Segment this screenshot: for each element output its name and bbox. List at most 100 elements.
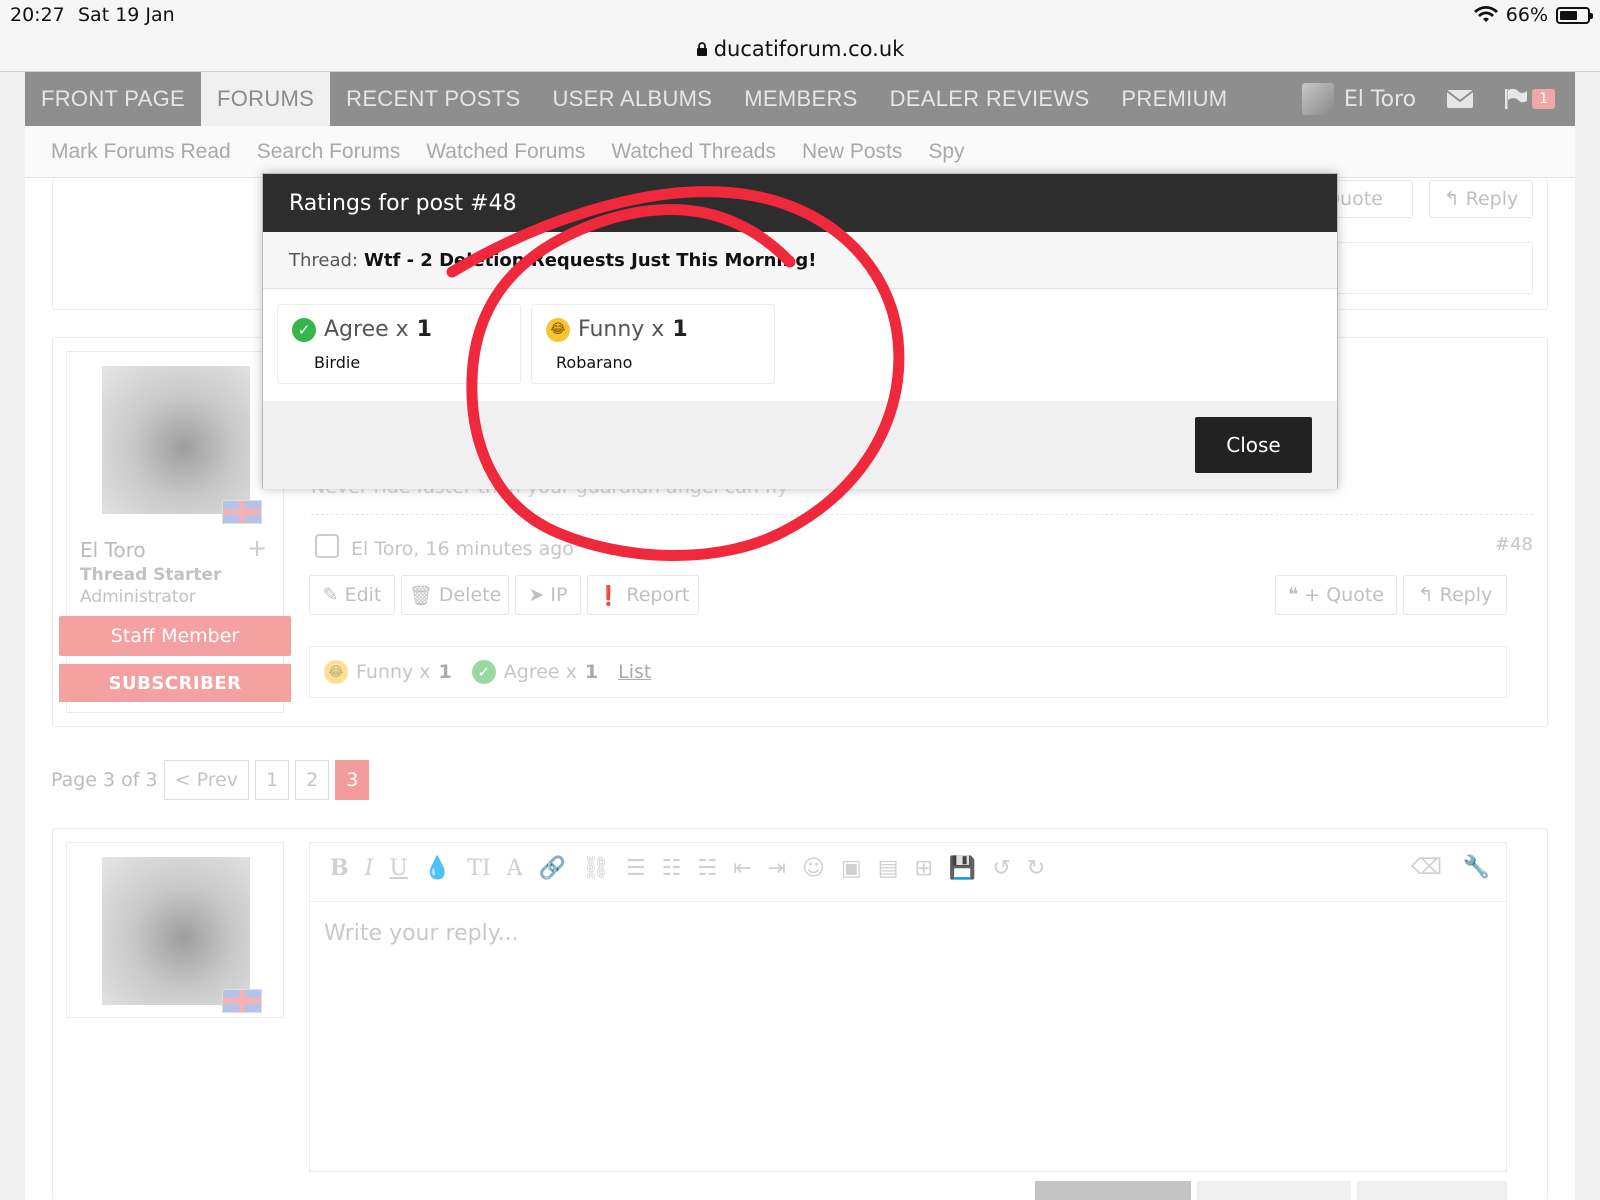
flag-icon	[1505, 88, 1528, 109]
media-icon[interactable]: ▤	[878, 856, 899, 881]
reply-avatar	[102, 857, 250, 1005]
select-post-checkbox[interactable]	[315, 534, 339, 558]
undo-icon[interactable]: ↺	[992, 856, 1010, 881]
more-options-button[interactable]	[1357, 1181, 1507, 1200]
envelope-icon[interactable]	[1446, 89, 1474, 109]
user-avatar[interactable]	[102, 366, 250, 514]
ip-button[interactable]: ➤ IP	[515, 575, 581, 615]
funny-user[interactable]: Robarano	[556, 353, 632, 372]
close-button[interactable]: Close	[1195, 417, 1312, 473]
delete-button[interactable]: 🗑 Delete	[401, 575, 509, 615]
insert-icon[interactable]: ⊞	[914, 856, 932, 881]
font-size-icon[interactable]: TI	[467, 856, 490, 881]
subnav-spy[interactable]: Spy	[928, 140, 964, 164]
wrench-icon[interactable]: 🔧	[1463, 855, 1490, 880]
page-label: Page 3 of 3	[51, 769, 158, 791]
agree-user[interactable]: Birdie	[314, 353, 360, 372]
alerts-badge: 1	[1532, 89, 1555, 109]
battery-icon	[1556, 6, 1593, 24]
color-drop-icon[interactable]: 💧	[424, 856, 451, 881]
agree-rating-label[interactable]: Agree x	[504, 661, 577, 683]
image-icon[interactable]: ▣	[841, 856, 862, 881]
staff-member-tag: Staff Member	[59, 616, 291, 656]
agree-count: 1	[416, 317, 432, 342]
subnav-search-forums[interactable]: Search Forums	[257, 140, 401, 164]
status-time: 20:27	[10, 4, 65, 26]
quick-reply: B I U 💧 TI A 🔗 ⛓ ☰ ☷ ☵ ⇤ ⇥ ☺ ▣ ▤ ⊞ 💾 ↺ ↻…	[52, 828, 1548, 1200]
post-meta[interactable]: El Toro, 16 minutes ago	[351, 538, 574, 560]
uk-flag-icon	[222, 989, 262, 1013]
multi-quote-button[interactable]: ❝ + Quote	[1275, 575, 1397, 615]
rating-funny-card: 😂 Funny x 1 Robarano	[531, 304, 775, 384]
tab-user-albums[interactable]: USER ALBUMS	[536, 72, 728, 126]
address-bar[interactable]: ducatiforum.co.uk	[0, 34, 1600, 72]
bullet-list-icon[interactable]: ☷	[662, 856, 682, 881]
align-icon[interactable]: ☰	[626, 856, 646, 881]
save-draft-icon[interactable]: 💾	[949, 856, 976, 881]
font-family-icon[interactable]: A	[507, 856, 523, 881]
sub-nav: Mark Forums Read Search Forums Watched F…	[25, 126, 1575, 178]
account-menu[interactable]: El Toro	[1301, 83, 1417, 115]
post-number[interactable]: #48	[1495, 534, 1533, 555]
prev-page-button[interactable]: < Prev	[163, 760, 250, 800]
page-1-button[interactable]: 1	[255, 760, 290, 800]
status-bar: 20:27 Sat 19 Jan 66%	[0, 0, 1600, 34]
eraser-icon[interactable]: ⌫	[1411, 855, 1442, 880]
url-text: ducatiforum.co.uk	[713, 37, 905, 61]
follow-plus-icon[interactable]: +	[247, 534, 267, 562]
edit-label: Edit	[344, 584, 382, 606]
reply-arrow-icon: ↰	[1417, 584, 1434, 606]
check-icon: ✓	[292, 317, 316, 342]
reply-label: Reply	[1465, 188, 1519, 210]
reply-button[interactable]: ↰ Reply	[1429, 180, 1533, 218]
subnav-new-posts[interactable]: New Posts	[802, 140, 902, 164]
alerts-button[interactable]: 1	[1504, 88, 1555, 110]
subnav-mark-forums-read[interactable]: Mark Forums Read	[51, 140, 231, 164]
smiley-icon[interactable]: ☺	[802, 856, 825, 881]
agree-rating-count: 1	[584, 661, 599, 683]
bold-icon[interactable]: B	[330, 855, 349, 881]
edit-button[interactable]: ✎ Edit	[309, 575, 395, 615]
user-title: Administrator	[80, 587, 196, 607]
report-button[interactable]: ❗ Report	[587, 575, 699, 615]
subnav-watched-forums[interactable]: Watched Forums	[426, 140, 585, 164]
upload-file-button[interactable]	[1197, 1181, 1351, 1200]
user-card: El Toro + Thread Starter Administrator	[66, 351, 284, 713]
tab-premium[interactable]: PREMIUM	[1105, 72, 1243, 126]
reply-input[interactable]: Write your reply...	[324, 921, 1484, 1161]
editor-divider	[310, 901, 1506, 902]
account-name: El Toro	[1343, 86, 1417, 112]
avatar	[1301, 83, 1334, 115]
battery-percent: 66%	[1505, 4, 1548, 26]
outdent-icon[interactable]: ⇤	[733, 856, 751, 881]
uk-flag-icon	[222, 500, 262, 524]
underline-icon[interactable]: U	[389, 856, 408, 881]
user-name[interactable]: El Toro	[80, 538, 146, 562]
delete-label: Delete	[438, 584, 502, 606]
number-list-icon[interactable]: ☵	[697, 856, 717, 881]
ratings-list-link[interactable]: List	[618, 661, 651, 683]
post-reply-button[interactable]: ↰ Reply	[1403, 575, 1507, 615]
tab-recent-posts[interactable]: RECENT POSTS	[330, 72, 536, 126]
tab-front-page[interactable]: FRONT PAGE	[25, 72, 201, 126]
tab-members[interactable]: MEMBERS	[728, 72, 873, 126]
subnav-watched-threads[interactable]: Watched Threads	[611, 140, 776, 164]
page-2-button[interactable]: 2	[295, 760, 330, 800]
link-icon[interactable]: 🔗	[539, 856, 566, 881]
check-icon: ✓	[471, 660, 496, 684]
reply-editor: B I U 💧 TI A 🔗 ⛓ ☰ ☷ ☵ ⇤ ⇥ ☺ ▣ ▤ ⊞ 💾 ↺ ↻…	[309, 842, 1507, 1172]
unlink-icon[interactable]: ⛓	[582, 856, 610, 881]
modal-thread-row: Thread: Wtf - 2 Deletion Requests Just T…	[263, 232, 1337, 289]
redo-icon[interactable]: ↻	[1027, 856, 1045, 881]
tab-dealer-reviews[interactable]: DEALER REVIEWS	[874, 72, 1106, 126]
funny-rating-label[interactable]: Funny x	[356, 661, 431, 683]
italic-icon[interactable]: I	[365, 856, 374, 881]
page-3-button[interactable]: 3	[335, 760, 370, 800]
ip-label: IP	[550, 584, 568, 606]
status-right: 66%	[1473, 4, 1593, 26]
pencil-icon: ✎	[322, 584, 339, 606]
post-reply-submit[interactable]	[1035, 1181, 1191, 1200]
indent-icon[interactable]: ⇥	[768, 856, 786, 881]
rating-agree-card: ✓ Agree x 1 Birdie	[277, 304, 521, 384]
tab-forums[interactable]: FORUMS	[200, 72, 331, 126]
